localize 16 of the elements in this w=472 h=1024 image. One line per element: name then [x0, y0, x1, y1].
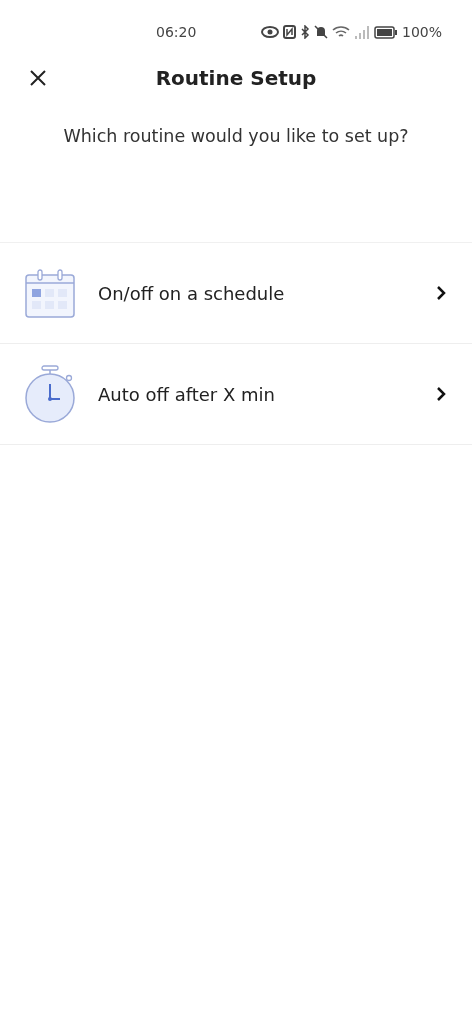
status-time: 06:20 [156, 24, 198, 40]
nfc-icon [282, 25, 296, 39]
battery-level: 100% [401, 24, 442, 40]
battery-icon [373, 25, 398, 39]
prompt-text: Which routine would you like to set up? [63, 126, 409, 146]
page-title: Routine Setup [155, 66, 317, 90]
signal-icon [353, 25, 370, 39]
wifi-icon [331, 25, 350, 39]
stopwatch-icon [24, 365, 76, 423]
calendar-icon [25, 268, 75, 318]
bell-muted-icon [313, 25, 328, 39]
bluetooth-icon [299, 25, 310, 39]
chevron-right-icon [436, 387, 446, 401]
eye-icon [260, 26, 279, 38]
close-button[interactable] [28, 68, 48, 88]
chevron-right-icon [436, 286, 446, 300]
